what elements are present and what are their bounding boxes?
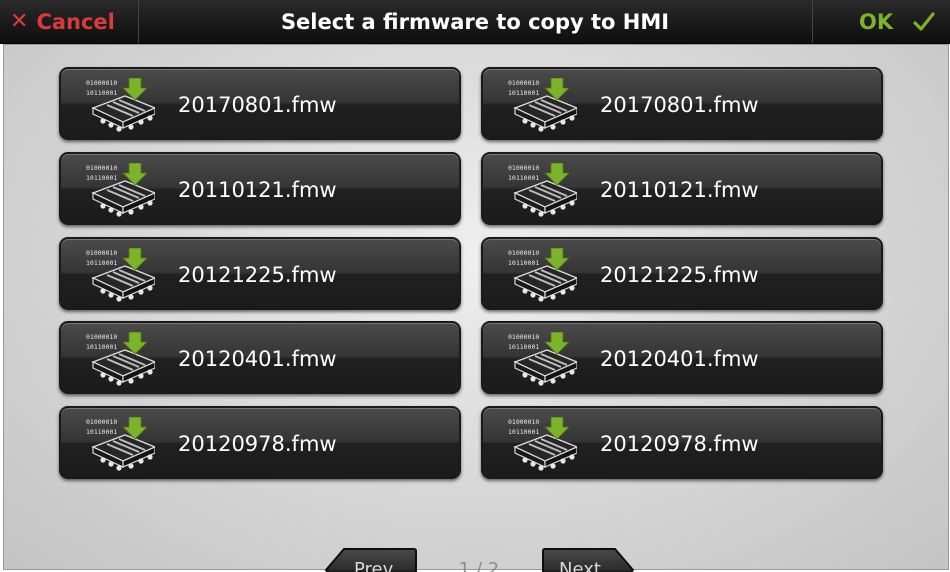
file-name: 20121225.fmw xyxy=(178,263,337,287)
file-name: 20110121.fmw xyxy=(178,178,337,202)
prev-page-button[interactable]: Prev. xyxy=(324,547,418,572)
binary-text: 01000010 xyxy=(508,164,539,172)
firmware-file-button[interactable]: 01000010 10110001 20110121.fmw xyxy=(481,152,883,225)
binary-text: 01000010 xyxy=(508,418,539,426)
file-name: 20121225.fmw xyxy=(600,263,759,287)
cancel-button[interactable]: ✕ Cancel xyxy=(0,0,139,43)
binary-text: 01000010 xyxy=(86,79,117,87)
page-indicator: 1 / 2 xyxy=(458,559,500,572)
firmware-file-button[interactable]: 01000010 10110001 20120401.fmw xyxy=(481,321,883,394)
title-bar: ✕ Cancel Select a firmware to copy to HM… xyxy=(0,0,950,44)
firmware-chip-download-icon: 01000010 10110001 xyxy=(508,332,577,386)
binary-text: 10110001 xyxy=(86,89,117,97)
firmware-chip-download-icon: 01000010 10110001 xyxy=(508,163,577,217)
firmware-chip-download-icon: 01000010 10110001 xyxy=(86,163,155,217)
binary-text: 10110001 xyxy=(508,259,539,267)
ok-label: OK xyxy=(859,9,894,34)
firmware-chip-download-icon: 01000010 10110001 xyxy=(86,78,155,132)
file-list-panel: 01000010 10110001 20170801.fmw 01000010 1011… xyxy=(3,44,949,572)
binary-text: 01000010 xyxy=(86,418,117,426)
file-name: 20170801.fmw xyxy=(600,93,759,117)
binary-text: 10110001 xyxy=(86,428,117,436)
firmware-chip-download-icon: 01000010 10110001 xyxy=(86,248,155,302)
binary-text: 01000010 xyxy=(86,249,117,257)
cancel-label: Cancel xyxy=(36,9,115,34)
file-name: 20120401.fmw xyxy=(178,347,337,371)
firmware-file-button[interactable]: 01000010 10110001 20121225.fmw xyxy=(59,237,461,310)
binary-text: 10110001 xyxy=(86,343,117,351)
firmware-chip-download-icon: 01000010 10110001 xyxy=(508,78,577,132)
next-label: Next xyxy=(559,559,601,572)
firmware-file-button[interactable]: 01000010 10110001 20121225.fmw xyxy=(481,237,883,310)
binary-text: 10110001 xyxy=(508,174,539,182)
firmware-file-button[interactable]: 01000010 10110001 20170801.fmw xyxy=(481,67,883,140)
firmware-file-button[interactable]: 01000010 10110001 20120978.fmw xyxy=(59,406,461,479)
firmware-chip-download-icon: 01000010 10110001 xyxy=(86,417,155,471)
page-title: Select a firmware to copy to HMI xyxy=(280,9,670,34)
firmware-file-button[interactable]: 01000010 10110001 20120401.fmw xyxy=(59,321,461,394)
firmware-chip-download-icon: 01000010 10110001 xyxy=(508,417,577,471)
firmware-select-screen: ✕ Cancel Select a firmware to copy to HM… xyxy=(0,0,950,572)
firmware-chip-download-icon: 01000010 10110001 xyxy=(508,248,577,302)
binary-text: 10110001 xyxy=(508,428,539,436)
file-name: 20110121.fmw xyxy=(600,178,759,202)
next-page-button[interactable]: Next xyxy=(541,547,635,572)
file-name: 20120978.fmw xyxy=(178,432,337,456)
binary-text: 01000010 xyxy=(508,249,539,257)
file-name: 20120401.fmw xyxy=(600,347,759,371)
prev-label: Prev. xyxy=(354,559,398,572)
binary-text: 10110001 xyxy=(86,259,117,267)
close-icon: ✕ xyxy=(10,8,29,34)
binary-text: 01000010 xyxy=(508,79,539,87)
binary-text: 01000010 xyxy=(86,333,117,341)
binary-text: 01000010 xyxy=(86,164,117,172)
firmware-file-button[interactable]: 01000010 10110001 20170801.fmw xyxy=(59,67,461,140)
firmware-file-button[interactable]: 01000010 10110001 20120978.fmw xyxy=(481,406,883,479)
binary-text: 10110001 xyxy=(86,174,117,182)
binary-text: 10110001 xyxy=(508,343,539,351)
ok-button[interactable]: OK xyxy=(812,0,950,43)
file-name: 20170801.fmw xyxy=(178,93,337,117)
firmware-chip-download-icon: 01000010 10110001 xyxy=(86,332,155,386)
binary-text: 01000010 xyxy=(508,333,539,341)
binary-text: 10110001 xyxy=(508,89,539,97)
file-name: 20120978.fmw xyxy=(600,432,759,456)
checkmark-icon xyxy=(913,11,935,31)
firmware-file-button[interactable]: 01000010 10110001 20110121.fmw xyxy=(59,152,461,225)
